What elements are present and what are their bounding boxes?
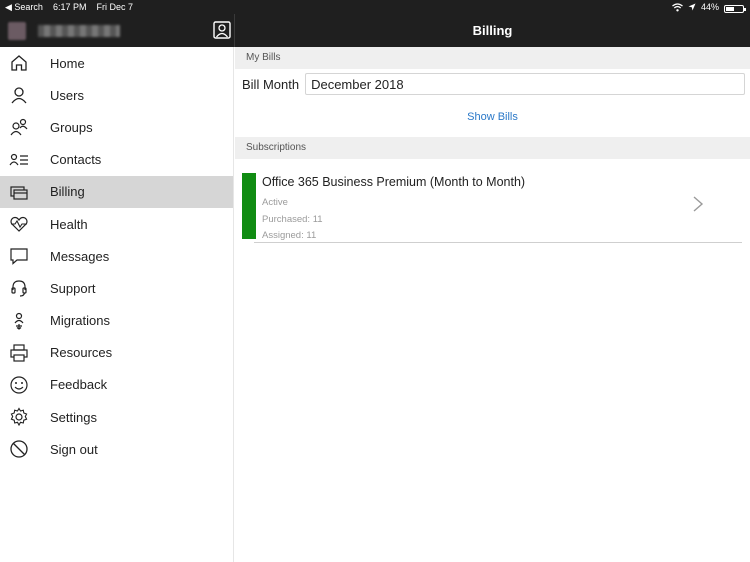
chevron-right-icon <box>693 196 704 212</box>
subscription-status-bar <box>242 173 256 239</box>
status-date: Fri Dec 7 <box>96 2 133 12</box>
nav-bar: Billing <box>0 14 750 47</box>
sidebar-item-label: Home <box>50 55 85 71</box>
bill-month-row: Bill Month <box>235 69 750 99</box>
status-bar: ◀ Search 6:17 PM Fri Dec 7 44% <box>0 0 750 14</box>
battery-percent: 44% <box>700 2 719 12</box>
message-icon <box>10 248 28 266</box>
sidebar-item-label: Feedback <box>50 377 108 393</box>
migration-icon <box>14 312 24 330</box>
location-icon <box>688 3 696 11</box>
subscription-title: Office 365 Business Premium (Month to Mo… <box>262 175 526 189</box>
subscription-item[interactable]: Office 365 Business Premium (Month to Mo… <box>235 173 750 245</box>
user-icon <box>11 87 27 104</box>
battery-icon <box>724 4 746 13</box>
groups-icon <box>10 119 28 136</box>
avatar <box>8 22 26 40</box>
bill-month-field[interactable] <box>305 73 746 95</box>
sidebar-item-home[interactable]: Home <box>0 47 233 79</box>
sidebar-item-label: Contacts <box>50 152 102 168</box>
sidebar-item-users[interactable]: Users <box>0 79 233 111</box>
account-name-redacted <box>38 25 120 37</box>
home-icon <box>11 55 27 71</box>
sidebar-item-resources[interactable]: Resources <box>0 337 233 369</box>
sidebar-item-label: Support <box>50 280 96 296</box>
subscription-assigned: Assigned: 11 <box>262 230 317 241</box>
sign-out-icon <box>10 440 28 458</box>
bill-month-label: Bill Month <box>242 76 300 92</box>
sidebar-item-billing[interactable]: Billing <box>0 175 233 208</box>
sidebar-item-label: Messages <box>50 248 110 264</box>
wifi-icon <box>672 2 683 11</box>
sidebar: Home Users Groups Contacts Billing Healt… <box>0 47 234 562</box>
main-content: My Bills Bill Month Show Bills Subscript… <box>235 47 750 562</box>
sidebar-item-label: Resources <box>50 345 113 361</box>
sidebar-item-label: Billing <box>50 184 85 200</box>
page-title: Billing <box>472 23 513 38</box>
smiley-icon <box>10 376 28 394</box>
subscriptions-header: Subscriptions <box>235 137 750 159</box>
resources-icon <box>10 344 28 362</box>
sidebar-item-label: Sign out <box>50 441 98 457</box>
sidebar-item-support[interactable]: Support <box>0 272 233 304</box>
sidebar-item-sign-out[interactable]: Sign out <box>0 433 233 465</box>
sidebar-item-contacts[interactable]: Contacts <box>0 144 233 176</box>
back-to-search[interactable]: ◀ Search <box>5 0 43 14</box>
sidebar-item-groups[interactable]: Groups <box>0 111 233 143</box>
subscription-purchased: Purchased: 11 <box>262 214 323 225</box>
sidebar-item-settings[interactable]: Settings <box>0 401 233 433</box>
switch-account-icon[interactable] <box>212 20 232 40</box>
sidebar-item-migrations[interactable]: Migrations <box>0 305 233 337</box>
sidebar-item-feedback[interactable]: Feedback <box>0 369 233 401</box>
sidebar-item-label: Migrations <box>50 313 110 329</box>
headset-icon <box>11 280 27 298</box>
health-icon <box>10 216 28 232</box>
show-bills-button[interactable]: Show Bills <box>235 99 750 137</box>
gear-icon <box>10 407 28 427</box>
sidebar-item-messages[interactable]: Messages <box>0 240 233 272</box>
sidebar-item-label: Groups <box>50 119 93 135</box>
subscription-status: Active <box>262 197 288 208</box>
billing-icon <box>10 186 28 200</box>
sidebar-item-label: Settings <box>50 409 97 425</box>
divider <box>254 242 742 243</box>
sidebar-item-health[interactable]: Health <box>0 208 233 240</box>
contacts-icon <box>9 153 28 166</box>
sidebar-item-label: Health <box>50 216 88 232</box>
my-bills-header: My Bills <box>235 47 750 69</box>
sidebar-item-label: Users <box>50 87 84 103</box>
status-time: 6:17 PM <box>52 2 87 12</box>
account-info[interactable] <box>8 22 120 40</box>
